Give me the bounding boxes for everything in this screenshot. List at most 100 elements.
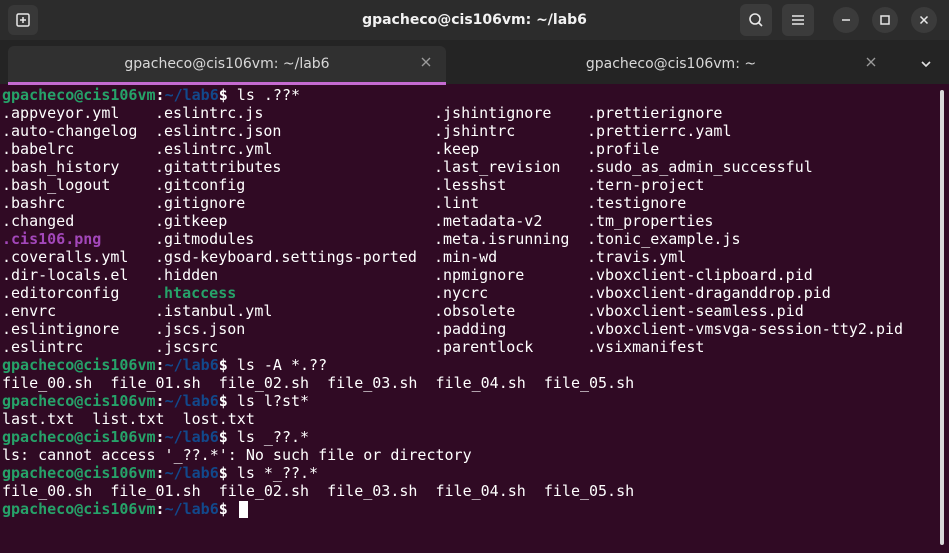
text-cursor: [238, 501, 248, 518]
listing-entry: .obsolete: [434, 302, 516, 320]
output-line: file_00.sh file_01.sh file_02.sh file_03…: [2, 374, 635, 392]
close-button[interactable]: [911, 7, 937, 33]
hamburger-menu-icon: [792, 15, 804, 25]
prompt-dollar: $: [218, 428, 228, 446]
listing-entry: .jshintrc: [434, 122, 516, 140]
listing-entry: .vboxclient-draganddrop.pid: [587, 284, 831, 302]
prompt-line: gpacheco@cis106vm:~/lab6$ ls .??*: [2, 86, 300, 104]
listing-entry: .envrc: [2, 302, 57, 320]
listing-entry: .gitkeep: [155, 212, 228, 230]
listing-entry: .bash_history: [2, 158, 120, 176]
listing-entry: .jshintignore: [434, 104, 552, 122]
chevron-down-icon[interactable]: [918, 56, 934, 72]
tab-label: gpacheco@cis106vm: ~: [585, 56, 757, 72]
prompt-user-host: gpacheco@cis106vm: [2, 392, 156, 410]
prompt-path: ~/lab6: [164, 356, 219, 374]
prompt-dollar: $: [218, 392, 228, 410]
tab-close-icon[interactable]: [863, 54, 879, 70]
command-text: ls l?st*: [227, 392, 310, 410]
prompt-dollar: $: [218, 500, 228, 518]
minimize-icon: [842, 19, 850, 21]
command-text: [228, 500, 237, 518]
prompt-separator: :: [155, 392, 165, 410]
prompt-user-host: gpacheco@cis106vm: [2, 500, 156, 518]
prompt-user-host: gpacheco@cis106vm: [2, 86, 156, 104]
listing-entry: .cis106.png: [2, 230, 102, 248]
tab-label: gpacheco@cis106vm: ~/lab6: [124, 56, 330, 72]
prompt-separator: :: [155, 356, 165, 374]
tab-close-icon[interactable]: [418, 54, 434, 70]
scrollbar[interactable]: [940, 90, 944, 545]
listing-entry: .coveralls.yml: [2, 248, 129, 266]
listing-entry: .dir-locals.el: [2, 266, 129, 284]
listing-entry: .travis.yml: [587, 248, 687, 266]
listing-entry: .eslintrc.yml: [155, 140, 273, 158]
listing-entry: .tm_properties: [587, 212, 714, 230]
prompt-line: gpacheco@cis106vm:~/lab6$ ls l?st*: [2, 392, 309, 410]
listing-entry: .bash_logout: [2, 176, 111, 194]
search-icon: [749, 13, 763, 27]
listing-entry: .babelrc: [2, 140, 75, 158]
listing-entry: .npmignore: [434, 266, 525, 284]
command-text: ls .??*: [227, 86, 301, 104]
title-bar: gpacheco@cis106vm: ~/lab6: [0, 0, 949, 40]
terminal-output[interactable]: gpacheco@cis106vm:~/lab6$ ls .??* .appve…: [0, 86, 940, 553]
listing-entry: .testignore: [587, 194, 687, 212]
menu-button[interactable]: [782, 4, 814, 36]
listing-entry: .tonic_example.js: [587, 230, 741, 248]
prompt-path: ~/lab6: [164, 464, 219, 482]
listing-entry: .sudo_as_admin_successful: [587, 158, 813, 176]
listing-entry: .last_revision: [434, 158, 561, 176]
tab-home[interactable]: gpacheco@cis106vm: ~: [451, 46, 891, 84]
prompt-line: gpacheco@cis106vm:~/lab6$ ls *_??.*: [2, 464, 318, 482]
prompt-separator: :: [155, 428, 165, 446]
listing-entry: .bashrc: [2, 194, 66, 212]
listing-entry: .vsixmanifest: [587, 338, 705, 356]
listing-entry: .eslintignore: [2, 320, 120, 338]
listing-entry: .vboxclient-vmsvga-session-tty2.pid: [587, 320, 904, 338]
prompt-user-host: gpacheco@cis106vm: [2, 464, 156, 482]
listing-entry: .hidden: [155, 266, 219, 284]
terminal-window: gpacheco@cis106vm: ~/lab6 gpacheco@cis10…: [0, 0, 949, 553]
listing-entry: .eslintrc.json: [155, 122, 282, 140]
command-text: ls *_??.*: [227, 464, 319, 482]
prompt-line: gpacheco@cis106vm:~/lab6$ ls _??.*: [2, 428, 309, 446]
maximize-icon: [880, 15, 890, 25]
error-line: ls: cannot access '_??.*': No such file …: [2, 446, 472, 464]
listing-entry: .padding: [434, 320, 507, 338]
prompt-dollar: $: [218, 86, 228, 104]
output-line: last.txt list.txt lost.txt: [2, 410, 255, 428]
prompt-user-host: gpacheco@cis106vm: [2, 428, 156, 446]
listing-entry: .metadata-v2: [434, 212, 543, 230]
listing-entry: .tern-project: [587, 176, 705, 194]
listing-entry: .parentlock: [434, 338, 534, 356]
search-button[interactable]: [740, 4, 772, 36]
tab-bar: gpacheco@cis106vm: ~/lab6 gpacheco@cis10…: [0, 40, 949, 84]
listing-entry: .jscs.json: [155, 320, 246, 338]
listing-entry: .keep: [434, 140, 480, 158]
maximize-button[interactable]: [872, 7, 898, 33]
listing-entry: .lesshst: [434, 176, 507, 194]
listing-entry: .htaccess: [155, 284, 237, 302]
prompt-separator: :: [155, 86, 165, 104]
prompt-path: ~/lab6: [164, 428, 219, 446]
command-text: ls -A *.??: [227, 356, 328, 374]
listing-entry: .appveyor.yml: [2, 104, 120, 122]
listing-entry: .nycrc: [434, 284, 489, 302]
listing-entry: .eslintrc.js: [155, 104, 264, 122]
listing-entry: .eslintrc: [2, 338, 84, 356]
close-icon: [919, 15, 929, 25]
minimize-button[interactable]: [833, 7, 859, 33]
listing-entry: .prettierignore: [587, 104, 723, 122]
prompt-path: ~/lab6: [164, 86, 219, 104]
prompt-dollar: $: [218, 464, 228, 482]
listing-entry: .gitignore: [155, 194, 246, 212]
listing-entry: .auto-changelog: [2, 122, 138, 140]
tab-lab6[interactable]: gpacheco@cis106vm: ~/lab6: [8, 46, 446, 84]
listing-entry: .editorconfig: [2, 284, 120, 302]
listing-entry: .meta.isrunning: [434, 230, 570, 248]
prompt-separator: :: [155, 500, 165, 518]
listing-entry: .profile: [587, 140, 660, 158]
prompt-line: gpacheco@cis106vm:~/lab6$ ls -A *.??: [2, 356, 327, 374]
listing-entry: .gitmodules: [155, 230, 255, 248]
